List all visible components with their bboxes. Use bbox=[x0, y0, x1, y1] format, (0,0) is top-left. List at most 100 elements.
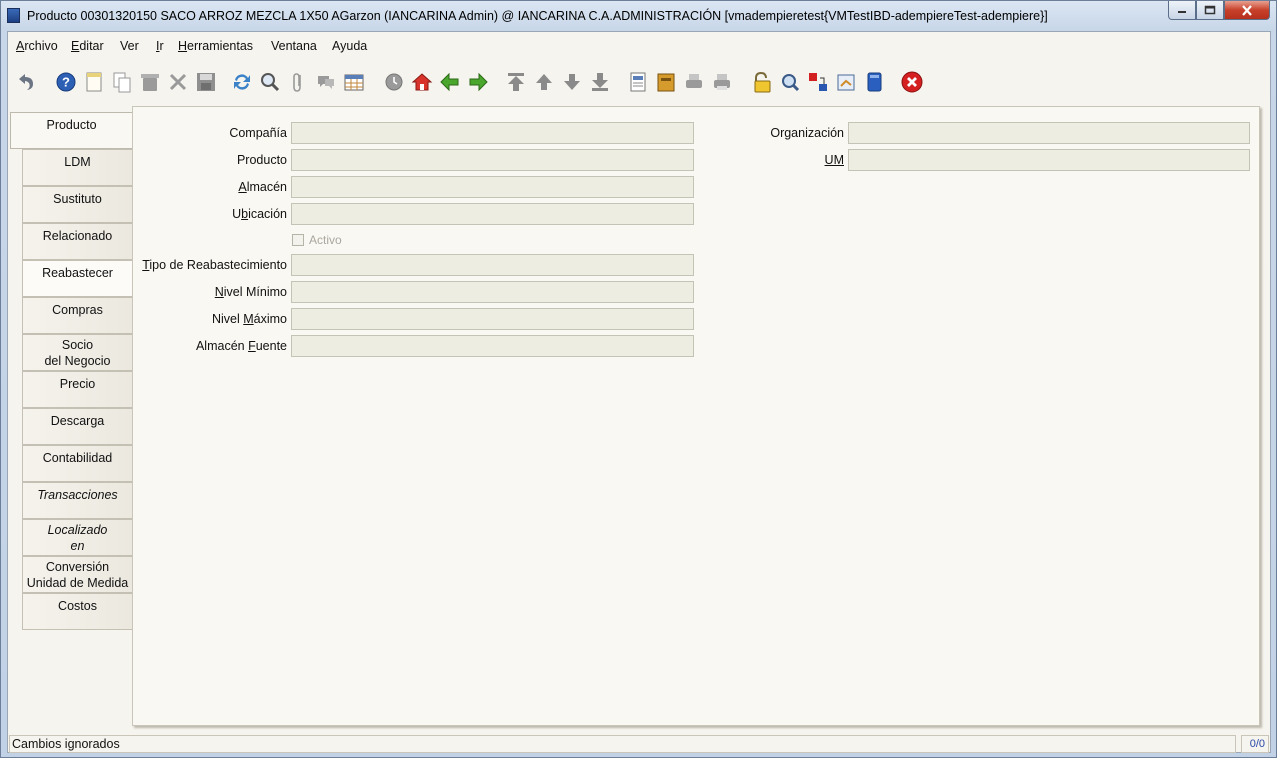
field-compania[interactable] bbox=[291, 122, 694, 144]
delete-selection-button[interactable] bbox=[165, 69, 191, 95]
tab-ldm[interactable]: LDM bbox=[22, 149, 132, 186]
active-workflows-button[interactable] bbox=[805, 69, 831, 95]
save-button[interactable] bbox=[193, 69, 219, 95]
window-controls bbox=[1168, 1, 1270, 21]
menu-label: Ver bbox=[120, 39, 139, 53]
menu-label: Archivo bbox=[16, 39, 58, 53]
tab-localizado-en[interactable]: Localizado en bbox=[22, 519, 132, 556]
field-um[interactable] bbox=[848, 149, 1250, 171]
product-info-button[interactable] bbox=[861, 69, 887, 95]
refresh-button[interactable] bbox=[229, 69, 255, 95]
help-button[interactable]: ? bbox=[53, 69, 79, 95]
delete-button[interactable] bbox=[137, 69, 163, 95]
tab-relacionado[interactable]: Relacionado bbox=[22, 223, 132, 260]
field-tipo-reabastecimiento[interactable] bbox=[291, 254, 694, 276]
menu-editar[interactable]: Editar bbox=[71, 39, 104, 53]
label-nivel-minimo: Nivel Mínimo bbox=[214, 285, 287, 299]
tab-precio[interactable]: Precio bbox=[22, 371, 132, 408]
minimize-button[interactable] bbox=[1168, 1, 1196, 20]
status-message: Cambios ignorados bbox=[9, 735, 1236, 753]
undo-icon bbox=[19, 74, 33, 90]
previous-record-button[interactable] bbox=[531, 69, 557, 95]
zoom-across-button[interactable] bbox=[777, 69, 803, 95]
first-record-button[interactable] bbox=[503, 69, 529, 95]
home-button[interactable] bbox=[409, 69, 435, 95]
field-nivel-minimo[interactable] bbox=[291, 281, 694, 303]
close-icon bbox=[1242, 4, 1252, 16]
label-tipo-reabastecimiento: Tipo de Reabastecimiento bbox=[142, 258, 287, 272]
tab-label: Precio bbox=[59, 377, 96, 391]
next-record-button[interactable] bbox=[559, 69, 585, 95]
request-icon bbox=[837, 74, 855, 91]
back-button[interactable] bbox=[437, 69, 463, 95]
forward-icon bbox=[469, 72, 488, 92]
field-almacen[interactable] bbox=[291, 176, 694, 198]
menu-ayuda[interactable]: Ayuda bbox=[332, 39, 367, 53]
copy-record-button[interactable] bbox=[109, 69, 135, 95]
application-window: Producto 00301320150 SACO ARROZ MEZCLA 1… bbox=[0, 0, 1277, 758]
menu-ver[interactable]: Ver bbox=[120, 39, 139, 53]
find-button[interactable] bbox=[257, 69, 283, 95]
grid-toggle-button[interactable] bbox=[341, 69, 367, 95]
label-producto: Producto bbox=[236, 153, 287, 167]
record-form: Compañía Producto Almacén Ubicación Acti… bbox=[132, 106, 1260, 726]
report-button[interactable] bbox=[625, 69, 651, 95]
record-count[interactable]: 0/0 bbox=[1241, 735, 1269, 753]
tab-descarga[interactable]: Descarga bbox=[22, 408, 132, 445]
field-organizacion[interactable] bbox=[848, 122, 1250, 144]
tab-producto[interactable]: Producto bbox=[10, 112, 132, 149]
field-ubicacion[interactable] bbox=[291, 203, 694, 225]
menu-ir[interactable]: Ir bbox=[156, 39, 164, 53]
history-button[interactable] bbox=[381, 69, 407, 95]
tab-compras[interactable]: Compras bbox=[22, 297, 132, 334]
undo-button[interactable] bbox=[13, 69, 39, 95]
save-icon bbox=[197, 73, 215, 91]
exit-icon bbox=[901, 71, 923, 93]
tab-reabastecer[interactable]: Reabastecer bbox=[22, 260, 132, 297]
tab-conversion-unidad-de-medida[interactable]: Conversión Unidad de Medida bbox=[22, 556, 132, 593]
request-button[interactable] bbox=[833, 69, 859, 95]
archive-icon bbox=[657, 73, 675, 92]
print-button[interactable] bbox=[709, 69, 735, 95]
label-compania: Compañía bbox=[229, 126, 287, 140]
tab-costos[interactable]: Costos bbox=[22, 593, 132, 630]
first-record-icon bbox=[508, 73, 524, 91]
print-preview-button[interactable] bbox=[681, 69, 707, 95]
tab-contabilidad[interactable]: Contabilidad bbox=[22, 445, 132, 482]
tab-label: Transacciones bbox=[37, 488, 118, 502]
title-bar[interactable]: Producto 00301320150 SACO ARROZ MEZCLA 1… bbox=[1, 1, 1276, 31]
field-producto[interactable] bbox=[291, 149, 694, 171]
menu-bar: Archivo Editar Ver Ir Herramientas Venta… bbox=[8, 32, 1270, 60]
attachment-icon bbox=[293, 73, 301, 92]
field-nivel-maximo[interactable] bbox=[291, 308, 694, 330]
attachment-button[interactable] bbox=[285, 69, 311, 95]
back-icon bbox=[440, 72, 459, 92]
chat-button[interactable] bbox=[313, 69, 339, 95]
label-nivel-maximo: Nivel Máximo bbox=[211, 312, 287, 326]
lock-button[interactable] bbox=[749, 69, 775, 95]
app-icon bbox=[7, 8, 20, 23]
new-record-icon bbox=[86, 72, 102, 92]
report-icon bbox=[630, 72, 646, 92]
tab-label: Conversión Unidad de Medida bbox=[26, 560, 129, 590]
menu-ventana[interactable]: Ventana bbox=[271, 39, 317, 53]
print-preview-icon bbox=[686, 74, 702, 88]
menu-archivo[interactable]: Archivo bbox=[16, 39, 58, 53]
exit-button[interactable] bbox=[899, 69, 925, 95]
tab-socio-del-negocio[interactable]: Socio del Negocio bbox=[22, 334, 132, 371]
close-button[interactable] bbox=[1224, 1, 1270, 20]
field-almacen-fuente[interactable] bbox=[291, 335, 694, 357]
checkbox-activo[interactable] bbox=[292, 234, 304, 246]
tab-label: Reabastecer bbox=[42, 266, 113, 280]
archive-button[interactable] bbox=[653, 69, 679, 95]
forward-button[interactable] bbox=[465, 69, 491, 95]
menu-label: Ir bbox=[156, 39, 164, 53]
maximize-button[interactable] bbox=[1196, 1, 1224, 20]
last-record-button[interactable] bbox=[587, 69, 613, 95]
find-icon bbox=[261, 73, 280, 92]
new-record-button[interactable] bbox=[81, 69, 107, 95]
menu-herramientas[interactable]: Herramientas bbox=[178, 39, 253, 53]
tab-sustituto[interactable]: Sustituto bbox=[22, 186, 132, 223]
last-record-icon bbox=[592, 73, 608, 91]
tab-transacciones[interactable]: Transacciones bbox=[22, 482, 132, 519]
